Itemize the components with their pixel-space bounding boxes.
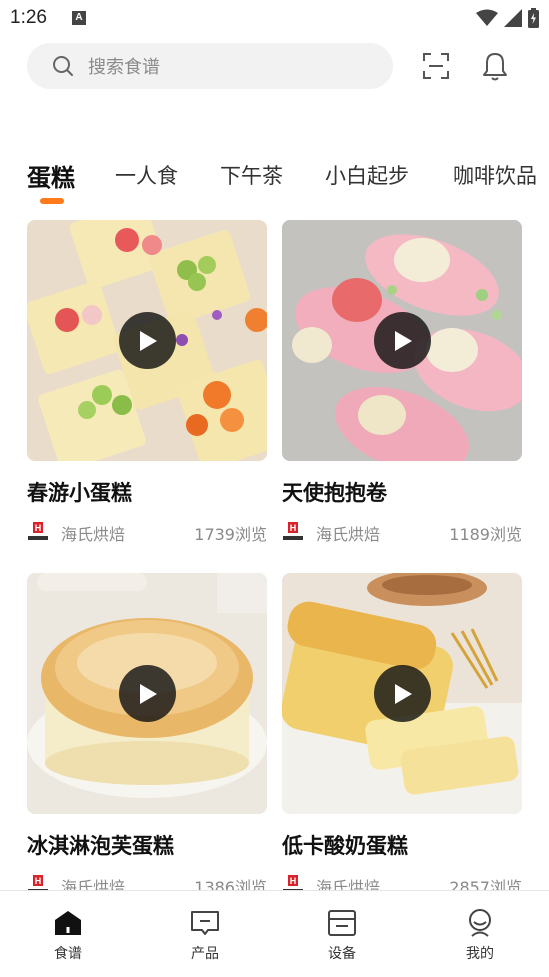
brand-logo-icon: H — [283, 522, 303, 540]
recipe-meta: H 海氏烘焙 1739浏览 — [27, 521, 267, 545]
recipe-card[interactable]: 天使抱抱卷 H 海氏烘焙 1189浏览 — [282, 220, 522, 545]
view-count: 1386浏览 — [194, 878, 267, 890]
view-count: 1189浏览 — [449, 525, 522, 544]
brand-name[interactable]: 海氏烘焙 — [61, 874, 125, 890]
play-button[interactable] — [374, 665, 431, 722]
nav-item-products[interactable]: 产品 — [165, 907, 245, 963]
scan-icon[interactable] — [420, 50, 452, 82]
tab-afternoon-tea[interactable]: 下午茶 — [220, 160, 283, 190]
nav-label: 设备 — [328, 946, 356, 962]
device-icon — [328, 910, 356, 936]
tab-beginner[interactable]: 小白起步 — [325, 160, 409, 190]
recipe-thumbnail[interactable] — [282, 220, 522, 461]
nav-item-recipes[interactable]: 食谱 — [28, 907, 108, 963]
brand-logo-icon: H — [28, 875, 48, 890]
tab-active-indicator — [40, 198, 64, 204]
wifi-icon — [476, 9, 498, 26]
recipe-grid: 春游小蛋糕 H 海氏烘焙 1739浏览 天使抱抱卷 H 海氏烘焙 1189浏览 … — [27, 220, 523, 890]
recipe-card[interactable]: 冰淇淋泡芙蛋糕 H 海氏烘焙 1386浏览 — [27, 573, 267, 890]
brand-name[interactable]: 海氏烘焙 — [316, 521, 380, 545]
recipe-title: 低卡酸奶蛋糕 — [282, 834, 408, 858]
signal-icon — [504, 9, 522, 27]
brand-name[interactable]: 海氏烘焙 — [61, 521, 125, 545]
recipe-card[interactable]: 春游小蛋糕 H 海氏烘焙 1739浏览 — [27, 220, 267, 545]
tab-coffee-drinks[interactable]: 咖啡饮品 — [453, 160, 537, 190]
recipe-title: 春游小蛋糕 — [27, 481, 132, 505]
battery-icon — [528, 8, 539, 28]
brand-logo-icon: H — [283, 875, 303, 890]
play-button[interactable] — [374, 312, 431, 369]
status-icons — [476, 8, 539, 28]
notification-icon: A — [72, 11, 86, 25]
play-button[interactable] — [119, 312, 176, 369]
brand-logo-icon: H — [28, 522, 48, 540]
nav-label: 我的 — [466, 946, 494, 962]
recipe-thumbnail[interactable] — [27, 220, 267, 461]
svg-text:H: H — [290, 523, 297, 533]
recipe-meta: H 海氏烘焙 1189浏览 — [282, 521, 522, 545]
nav-label: 产品 — [191, 946, 219, 962]
search-bar[interactable]: 搜索食谱 — [27, 43, 393, 89]
home-icon — [55, 911, 81, 935]
play-icon — [394, 330, 412, 351]
profile-icon — [469, 909, 491, 937]
play-icon — [394, 683, 412, 704]
search-placeholder: 搜索食谱 — [88, 57, 160, 78]
play-icon — [139, 330, 157, 351]
message-icon — [191, 911, 219, 935]
svg-text:H: H — [35, 523, 42, 533]
status-time: 1:26 — [10, 7, 47, 28]
nav-item-devices[interactable]: 设备 — [302, 907, 382, 963]
play-button[interactable] — [119, 665, 176, 722]
recipe-meta: H 海氏烘焙 2857浏览 — [282, 874, 522, 890]
svg-text:H: H — [35, 876, 42, 886]
recipe-title: 天使抱抱卷 — [282, 481, 387, 505]
status-bar: 1:26 A — [0, 0, 549, 38]
bell-icon[interactable] — [479, 50, 511, 82]
search-icon — [53, 56, 73, 76]
recipe-thumbnail[interactable] — [27, 573, 267, 814]
view-count: 1739浏览 — [194, 525, 267, 544]
tab-cake[interactable]: 蛋糕 — [27, 158, 75, 193]
recipe-meta: H 海氏烘焙 1386浏览 — [27, 874, 267, 890]
view-count: 2857浏览 — [449, 878, 522, 890]
nav-label: 食谱 — [54, 946, 82, 962]
svg-text:H: H — [290, 876, 297, 886]
recipe-title: 冰淇淋泡芙蛋糕 — [27, 834, 174, 858]
nav-item-profile[interactable]: 我的 — [440, 907, 520, 963]
play-icon — [139, 683, 157, 704]
brand-name[interactable]: 海氏烘焙 — [316, 874, 380, 890]
category-tabs: 蛋糕 一人食 下午茶 小白起步 咖啡饮品 — [0, 160, 549, 210]
recipe-card[interactable]: 低卡酸奶蛋糕 H 海氏烘焙 2857浏览 — [282, 573, 522, 890]
tab-single-meal[interactable]: 一人食 — [115, 160, 178, 190]
recipe-thumbnail[interactable] — [282, 573, 522, 814]
bottom-nav: 食谱 产品 设备 我的 — [0, 890, 549, 977]
